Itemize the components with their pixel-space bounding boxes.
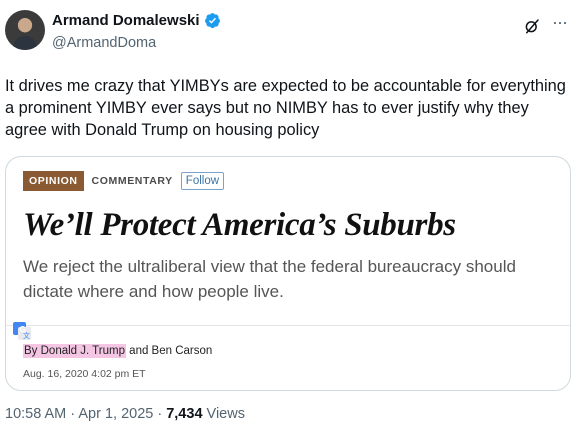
article-byline: By Donald J. Trump and Ben Carson (23, 344, 213, 358)
follow-button[interactable]: Follow (180, 172, 225, 190)
tweet-text: It drives me crazy that YIMBYs are expec… (5, 77, 566, 139)
opinion-tag: OPINION (23, 171, 84, 191)
byline-rest: and Ben Carson (125, 345, 213, 357)
views-count: 7,434 (166, 406, 203, 422)
card-tag-row: OPINION COMMENTARY Follow (23, 171, 225, 191)
byline-highlight: By Donald J. Trump (23, 344, 126, 358)
avatar[interactable] (5, 10, 45, 50)
views-label: Views (202, 406, 245, 422)
grok-icon[interactable] (523, 17, 541, 35)
author-handle[interactable]: @ArmandDoma (52, 35, 156, 51)
card-divider (6, 325, 570, 326)
article-dateline: Aug. 16, 2020 4:02 pm ET (23, 368, 146, 380)
translate-icon[interactable]: G 文 (12, 321, 32, 341)
tweet-meta: 10:58 AM · Apr 1, 2025 · 7,434 Views (5, 406, 245, 422)
tweet-timestamp[interactable]: 10:58 AM · Apr 1, 2025 · (5, 406, 166, 422)
more-options-icon[interactable]: ··· (552, 13, 572, 36)
author-display-name[interactable]: Armand Domalewski (52, 12, 200, 29)
article-dek: We reject the ultraliberal view that the… (23, 257, 516, 301)
author-name-row: Armand Domalewski (52, 12, 221, 29)
section-label: COMMENTARY (91, 175, 173, 187)
verified-badge-icon (204, 13, 220, 29)
svg-text:文: 文 (23, 331, 30, 340)
link-card[interactable]: OPINION COMMENTARY Follow We’ll Protect … (5, 156, 571, 391)
article-headline: We’ll Protect America’s Suburbs (23, 207, 456, 243)
